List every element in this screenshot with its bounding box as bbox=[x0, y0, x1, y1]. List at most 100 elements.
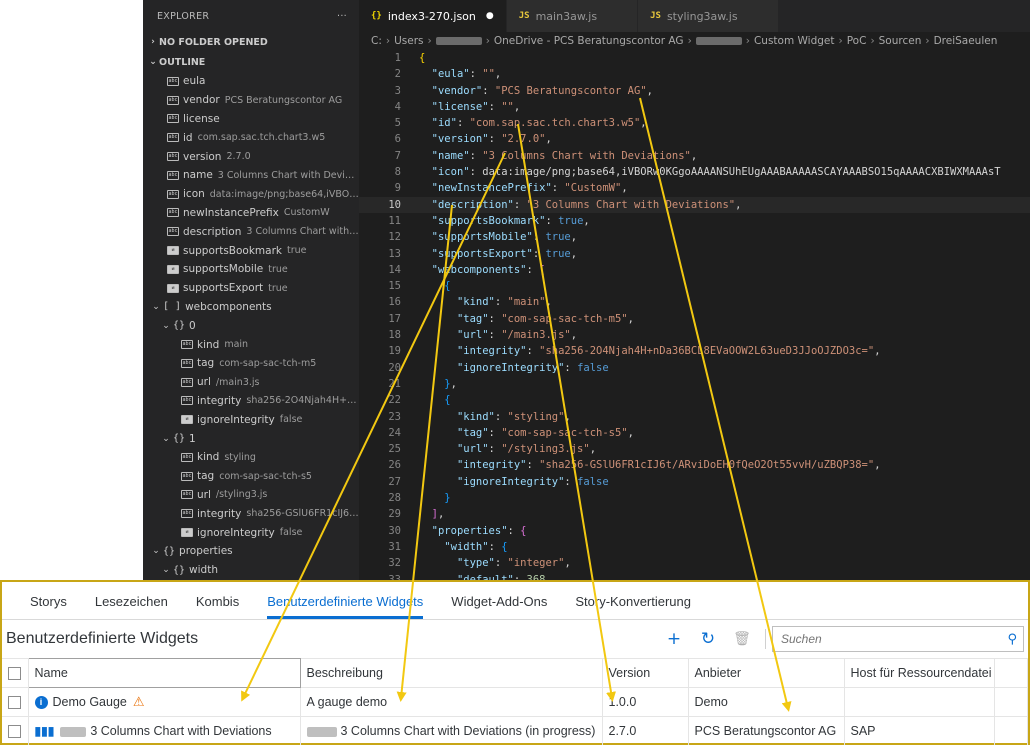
search-input[interactable] bbox=[781, 632, 981, 646]
breadcrumb-item[interactable]: Users bbox=[394, 35, 423, 47]
row-checkbox-cell[interactable] bbox=[2, 716, 29, 745]
outline-item-name: kind bbox=[197, 338, 220, 351]
sap-tab[interactable]: Story-Konvertierung bbox=[575, 594, 691, 619]
outline-item[interactable]: abc vendor PCS Beratungscontor AG bbox=[143, 91, 359, 110]
sap-tab[interactable]: Benutzerdefinierte Widgets bbox=[267, 594, 424, 619]
explorer-more-button[interactable]: ··· bbox=[337, 11, 347, 22]
search-field[interactable]: ⚲ bbox=[772, 626, 1024, 652]
outline-item[interactable]: ⇄ ignoreIntegrity false bbox=[143, 523, 359, 542]
array-icon: [ ] bbox=[163, 301, 182, 313]
outline-item[interactable]: abc integrity sha256-2O4Njah4H+nD... bbox=[143, 392, 359, 411]
outline-item[interactable]: abc kind styling bbox=[143, 448, 359, 467]
sap-tab[interactable]: Widget-Add-Ons bbox=[451, 594, 547, 619]
breadcrumb-item[interactable]: DreiSaeulen bbox=[934, 35, 998, 47]
outline-item[interactable]: ⌄{} 0 bbox=[143, 316, 359, 335]
outline-item[interactable]: abc eula bbox=[143, 72, 359, 91]
outline-item[interactable]: abc description 3 Columns Chart with D... bbox=[143, 222, 359, 241]
table-row[interactable]: i Demo Gauge ⚠ A gauge demo 1.0.0 Demo bbox=[2, 687, 1028, 717]
editor-tab[interactable]: JS styling3aw.js bbox=[638, 0, 779, 32]
code-line: 33 "default": 368 bbox=[359, 572, 1030, 581]
outline-item-value: styling bbox=[224, 451, 256, 463]
delete-icon[interactable]: 🗑 bbox=[725, 631, 759, 647]
breadcrumb-item[interactable]: OneDrive - PCS Beratungscontor AG bbox=[494, 35, 684, 47]
sap-tab[interactable]: Lesezeichen bbox=[95, 594, 168, 619]
code-line: 6 "version": "2.7.0", bbox=[359, 131, 1030, 147]
outline-item[interactable]: ⌄{} properties bbox=[143, 542, 359, 561]
widget-description: A gauge demo bbox=[306, 695, 388, 709]
outline-item[interactable]: ⇄ supportsExport true bbox=[143, 279, 359, 298]
table-row[interactable]: ▮▮▮ 3 Columns Chart with Deviations 3 Colu… bbox=[2, 716, 1028, 745]
line-number: 30 bbox=[388, 524, 401, 537]
outline-item-value: com-sap-sac-tch-s5 bbox=[219, 470, 312, 482]
select-all-checkbox-cell[interactable] bbox=[2, 658, 29, 688]
chart-icon: ▮▮▮ bbox=[34, 724, 55, 738]
widget-name[interactable]: Demo Gauge bbox=[53, 695, 127, 709]
outline-item[interactable]: abc name 3 Columns Chart with Deviatio... bbox=[143, 166, 359, 185]
outline-item[interactable]: abc kind main bbox=[143, 335, 359, 354]
breadcrumb-item[interactable]: PoC bbox=[847, 35, 867, 47]
line-number: 26 bbox=[388, 459, 401, 472]
outline-item[interactable]: abc integrity sha256-GSlU6FR1cIJ6t/... bbox=[143, 504, 359, 523]
column-header[interactable]: Version bbox=[602, 658, 689, 688]
outline-item-name: 0 bbox=[189, 319, 196, 332]
filler-cell bbox=[994, 716, 1028, 745]
search-icon[interactable]: ⚲ bbox=[1007, 632, 1017, 647]
editor-area: {} index3-270.json ● JS main3aw.js JS styling3… bbox=[359, 0, 1030, 580]
editor-tab[interactable]: JS main3aw.js bbox=[506, 0, 639, 32]
sap-tab[interactable]: Kombis bbox=[196, 594, 239, 619]
line-number: 9 bbox=[394, 182, 401, 195]
code-line: 16 "kind": "main", bbox=[359, 294, 1030, 310]
boolean-icon: ⇄ bbox=[167, 246, 179, 256]
code-line: 9 "newInstancePrefix": "CustomW", bbox=[359, 180, 1030, 196]
outline-item[interactable]: ⇄ supportsBookmark true bbox=[143, 241, 359, 260]
column-header[interactable]: Beschreibung bbox=[300, 658, 603, 688]
outline-item[interactable]: abc tag com-sap-sac-tch-m5 bbox=[143, 354, 359, 373]
breadcrumb-item[interactable]: Custom Widget bbox=[754, 35, 835, 47]
breadcrumb-item[interactable]: Sourcen bbox=[879, 35, 922, 47]
code-text: "newInstancePrefix": "CustomW", bbox=[431, 182, 628, 195]
code-view[interactable]: 1{2 "eula": "", 3 "vendor": "PCS Beratung… bbox=[359, 50, 1030, 580]
add-icon[interactable]: + bbox=[657, 629, 691, 649]
refresh-icon[interactable]: ↻ bbox=[691, 629, 725, 649]
column-header[interactable]: Name bbox=[27, 658, 301, 688]
editor-tab[interactable]: {} index3-270.json ● bbox=[359, 0, 507, 32]
outline-item[interactable]: ⌄{} 1 bbox=[143, 429, 359, 448]
outline-item[interactable]: abc newInstancePrefix CustomW bbox=[143, 204, 359, 223]
outline-item[interactable]: ⌄[ ] webcomponents bbox=[143, 298, 359, 317]
code-line: 19 "integrity": "sha256-2O4Njah4H+nDa36B… bbox=[359, 343, 1030, 359]
outline-item[interactable]: ⇄ supportsMobile true bbox=[143, 260, 359, 279]
table-header: Name Beschreibung Version Anbieter Host für … bbox=[2, 658, 1028, 688]
row-checkbox[interactable] bbox=[8, 696, 21, 710]
outline-item[interactable]: abc icon data:image/png;base64,iVBORw... bbox=[143, 185, 359, 204]
row-checkbox-cell[interactable] bbox=[2, 687, 29, 717]
code-line: 22 { bbox=[359, 392, 1030, 408]
line-number: 25 bbox=[388, 443, 401, 456]
sap-tab[interactable]: Storys bbox=[30, 594, 67, 619]
outline-item[interactable]: abc id com.sap.sac.tch.chart3.w5 bbox=[143, 128, 359, 147]
outline-item[interactable]: ⇄ ignoreIntegrity false bbox=[143, 410, 359, 429]
outline-item-name: tag bbox=[197, 470, 215, 483]
breadcrumb-item[interactable]: C: bbox=[371, 35, 382, 47]
no-folder-section[interactable]: › NO FOLDER OPENED bbox=[143, 32, 359, 52]
outline-item[interactable]: abc tag com-sap-sac-tch-s5 bbox=[143, 467, 359, 486]
outline-item-value: true bbox=[286, 245, 307, 257]
breadcrumb-separator-icon: › bbox=[925, 35, 930, 47]
sap-tab-bar: Storys Lesezeichen Kombis Benutzerdefiniert… bbox=[2, 582, 1028, 620]
outline-section[interactable]: ⌄ OUTLINE bbox=[143, 52, 359, 72]
widget-name[interactable]: 3 Columns Chart with Deviations bbox=[90, 724, 271, 738]
outline-item[interactable]: abc version 2.7.0 bbox=[143, 147, 359, 166]
outline-item[interactable]: ⌄{} width bbox=[143, 561, 359, 580]
breadcrumb-separator-icon: › bbox=[485, 35, 490, 47]
string-icon: abc bbox=[181, 377, 193, 387]
column-header[interactable]: Anbieter bbox=[688, 658, 845, 688]
column-header[interactable]: Host für Ressourcendatei bbox=[844, 658, 995, 688]
chevron-down-icon: ⌄ bbox=[149, 57, 157, 67]
outline-item[interactable]: abc url/main3.js bbox=[143, 373, 359, 392]
row-checkbox[interactable] bbox=[8, 725, 21, 739]
code-line: 11 "supportsBookmark": true, bbox=[359, 213, 1030, 229]
outline-item[interactable]: abc license bbox=[143, 110, 359, 129]
redacted-segment bbox=[695, 37, 742, 45]
select-all-checkbox[interactable] bbox=[8, 667, 21, 681]
outline-item-value: 2.7.0 bbox=[226, 151, 251, 163]
outline-item[interactable]: abc url/styling3.js bbox=[143, 486, 359, 505]
